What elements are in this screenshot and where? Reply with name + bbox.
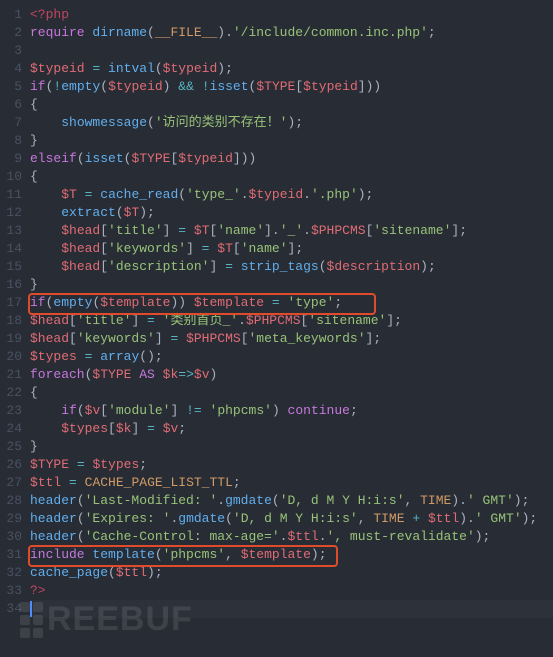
code-line[interactable]: $TYPE = $types; [30,456,553,474]
code-line[interactable]: { [30,384,553,402]
line-number: 20 [0,348,22,366]
code-line[interactable] [30,600,553,618]
code-line[interactable] [30,42,553,60]
code-line[interactable]: $head['description'] = strip_tags($descr… [30,258,553,276]
line-number: 3 [0,42,22,60]
line-number: 33 [0,582,22,600]
code-line[interactable]: $head['title'] = '类别首页_'.$PHPCMS['sitena… [30,312,553,330]
code-area[interactable]: <?phprequire dirname(__FILE__).'/include… [30,6,553,618]
line-number: 10 [0,168,22,186]
line-number: 32 [0,564,22,582]
line-number: 6 [0,96,22,114]
line-number: 15 [0,258,22,276]
code-line[interactable]: $typeid = intval($typeid); [30,60,553,78]
code-line[interactable]: ?> [30,582,553,600]
line-number: 26 [0,456,22,474]
line-number: 27 [0,474,22,492]
line-number: 25 [0,438,22,456]
code-line[interactable]: $T = cache_read('type_'.$typeid.'.php'); [30,186,553,204]
code-line[interactable]: header('Cache-Control: max-age='.$ttl.',… [30,528,553,546]
code-editor: 1234567891011121314151617181920212223242… [0,0,553,624]
code-line[interactable]: } [30,132,553,150]
line-number: 18 [0,312,22,330]
code-line[interactable]: include template('phpcms', $template); [30,546,553,564]
line-number: 23 [0,402,22,420]
code-line[interactable]: $head['keywords'] = $PHPCMS['meta_keywor… [30,330,553,348]
code-line[interactable]: $types[$k] = $v; [30,420,553,438]
line-number: 19 [0,330,22,348]
code-line[interactable]: header('Expires: '.gmdate('D, d M Y H:i:… [30,510,553,528]
line-number: 2 [0,24,22,42]
code-line[interactable]: { [30,168,553,186]
code-line[interactable]: $head['title'] = $T['name'].'_'.$PHPCMS[… [30,222,553,240]
code-line[interactable]: $ttl = CACHE_PAGE_LIST_TTL; [30,474,553,492]
line-number: 16 [0,276,22,294]
code-line[interactable]: if($v['module'] != 'phpcms') continue; [30,402,553,420]
code-line[interactable]: extract($T); [30,204,553,222]
code-line[interactable]: if(!empty($typeid) && !isset($TYPE[$type… [30,78,553,96]
line-number: 14 [0,240,22,258]
line-number: 11 [0,186,22,204]
code-line[interactable]: cache_page($ttl); [30,564,553,582]
line-number: 12 [0,204,22,222]
line-number: 1 [0,6,22,24]
line-number: 30 [0,528,22,546]
code-line[interactable]: $types = array(); [30,348,553,366]
line-number: 9 [0,150,22,168]
code-line[interactable]: { [30,96,553,114]
line-number: 28 [0,492,22,510]
line-number: 21 [0,366,22,384]
line-number: 8 [0,132,22,150]
line-number: 7 [0,114,22,132]
line-number: 4 [0,60,22,78]
line-number-gutter: 1234567891011121314151617181920212223242… [0,6,30,618]
line-number: 17 [0,294,22,312]
code-line[interactable]: require dirname(__FILE__).'/include/comm… [30,24,553,42]
line-number: 5 [0,78,22,96]
code-line[interactable]: if(empty($template)) $template = 'type'; [30,294,553,312]
line-number: 29 [0,510,22,528]
code-line[interactable]: } [30,276,553,294]
code-line[interactable]: foreach($TYPE AS $k=>$v) [30,366,553,384]
code-line[interactable]: showmessage('访问的类别不存在！'); [30,114,553,132]
line-number: 13 [0,222,22,240]
line-number: 31 [0,546,22,564]
code-line[interactable]: } [30,438,553,456]
code-line[interactable]: header('Last-Modified: '.gmdate('D, d M … [30,492,553,510]
code-line[interactable]: elseif(isset($TYPE[$typeid])) [30,150,553,168]
code-line[interactable]: $head['keywords'] = $T['name']; [30,240,553,258]
line-number: 22 [0,384,22,402]
line-number: 34 [0,600,22,618]
code-line[interactable]: <?php [30,6,553,24]
line-number: 24 [0,420,22,438]
